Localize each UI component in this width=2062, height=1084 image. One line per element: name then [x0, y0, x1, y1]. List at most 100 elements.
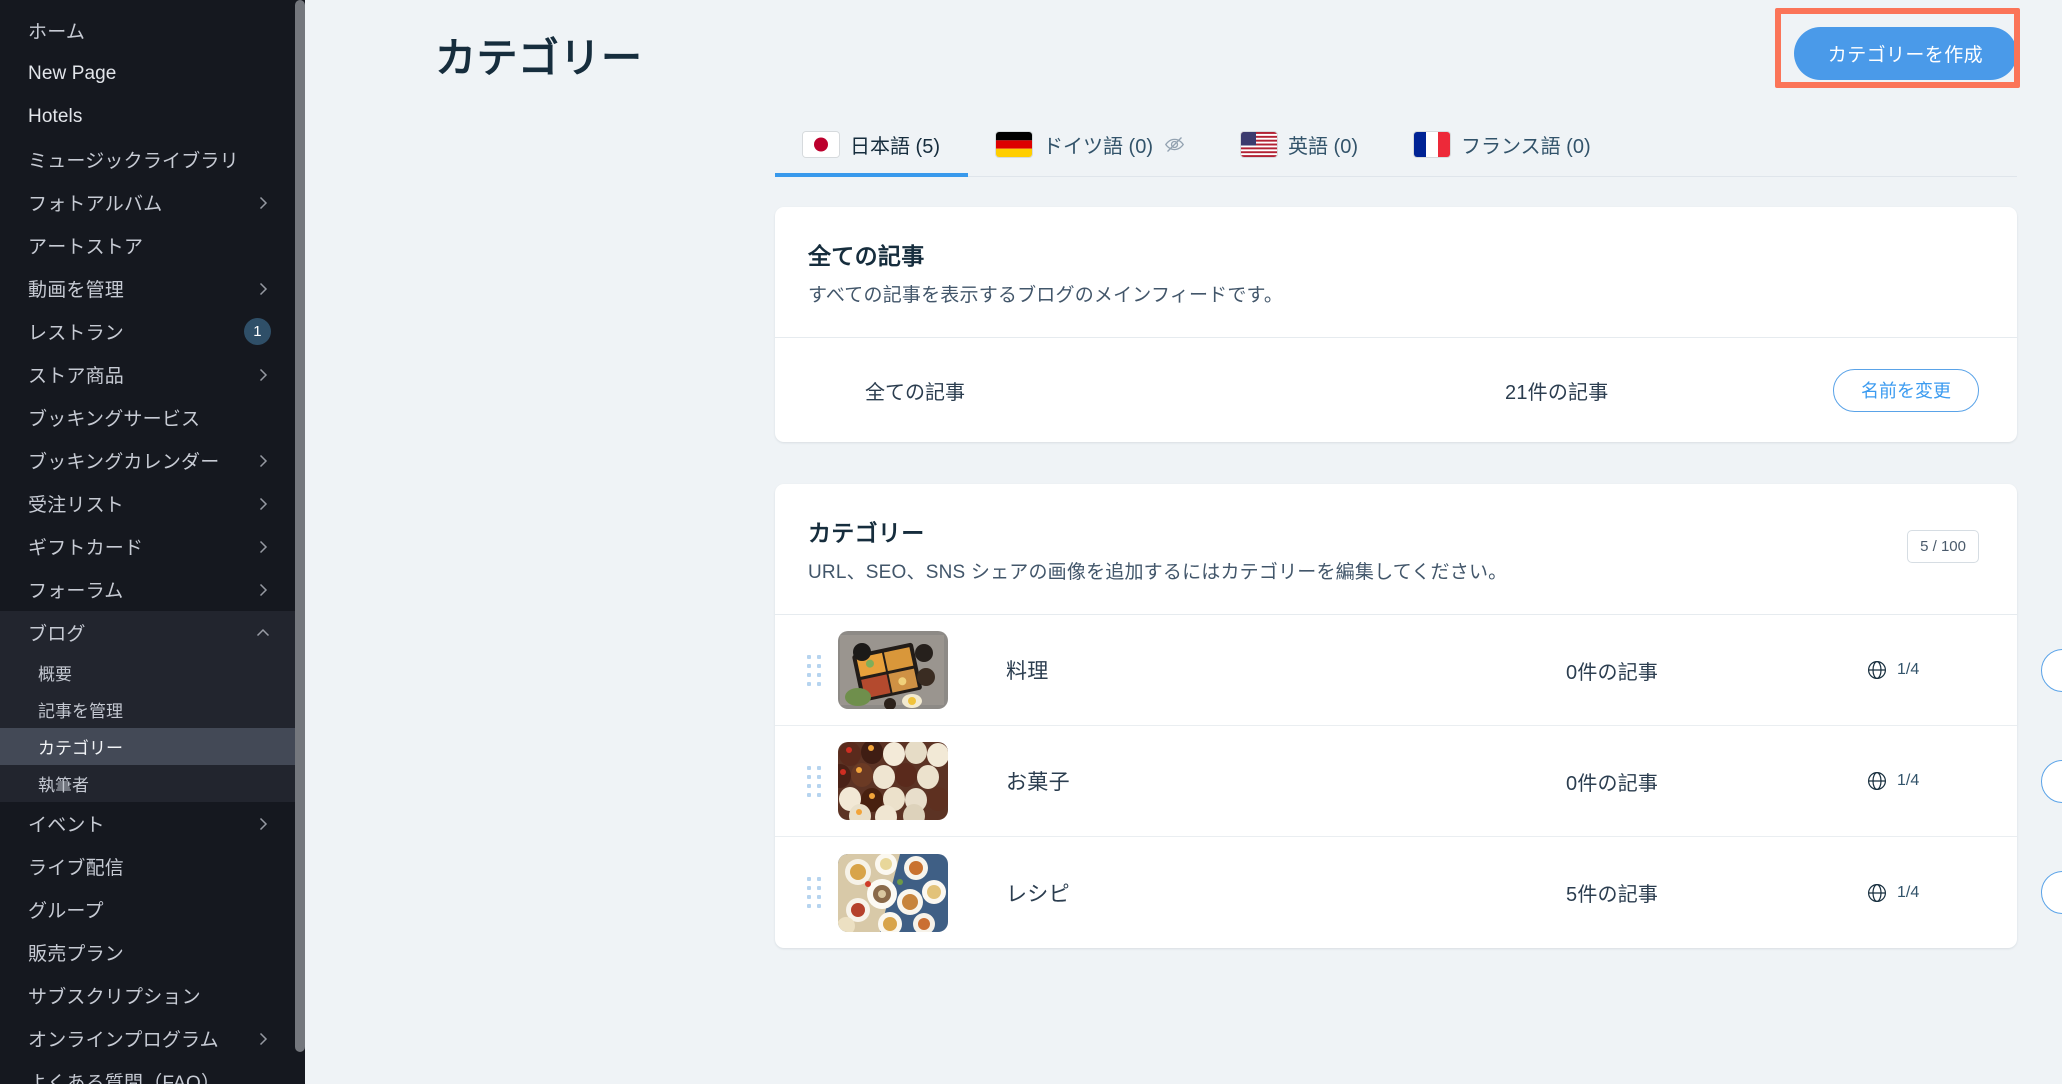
chevron-right-icon	[255, 582, 271, 598]
sidebar-item-label: ブッキングカレンダー	[28, 452, 220, 473]
tab-label: フランス語 (0)	[1461, 135, 1591, 158]
table-row: 料理 0件の記事 1/4 編集	[775, 615, 2062, 726]
sidebar-item-photo-albums[interactable]: フォトアルバム	[0, 181, 295, 224]
sidebar-item-new-page[interactable]: New Page	[0, 52, 295, 95]
chevron-right-icon	[255, 195, 271, 211]
language-fraction: 1/4	[1897, 772, 1920, 789]
app-root: ホーム New Page Hotels ミュージックライブラリ フォトアルバム …	[0, 0, 2062, 1084]
chevron-up-icon	[255, 625, 271, 641]
drag-handle-icon[interactable]	[803, 877, 825, 908]
category-name: レシピ	[1006, 882, 1070, 906]
sidebar-item-manage-videos[interactable]: 動画を管理	[0, 267, 295, 310]
language-tabs: 日本語 (5) ドイツ語 (0) 英語 (0) フランス語 (0)	[305, 115, 2062, 177]
chevron-right-icon	[255, 281, 271, 297]
sidebar-item-label: ストア商品	[28, 366, 125, 387]
sidebar-item-label: フォーラム	[28, 581, 124, 602]
sidebar-item-label: ホーム	[28, 22, 86, 43]
sidebar-item-booking-services[interactable]: ブッキングサービス	[0, 396, 295, 439]
sidebar-item-restaurants[interactable]: レストラン 1	[0, 310, 295, 353]
tab-english[interactable]: 英語 (0)	[1213, 115, 1386, 177]
chevron-right-icon	[255, 816, 271, 832]
sidebar-item-live-streaming[interactable]: ライブ配信	[0, 845, 295, 888]
jp-flag-icon	[803, 131, 839, 157]
all-posts-count: 21件の記事	[1505, 381, 1609, 404]
tab-german[interactable]: ドイツ語 (0)	[968, 115, 1213, 177]
sidebar-item-blog-categories[interactable]: カテゴリー	[0, 728, 295, 765]
category-thumbnail	[838, 853, 948, 932]
sidebar-item-gift-cards[interactable]: ギフトカード	[0, 525, 295, 568]
chevron-right-icon	[255, 453, 271, 469]
sidebar-item-blog-manage-posts[interactable]: 記事を管理	[0, 691, 295, 728]
edit-button[interactable]: 編集	[2041, 759, 2062, 803]
card-title: カテゴリー	[808, 520, 925, 546]
sidebar-item-forum[interactable]: フォーラム	[0, 568, 295, 611]
sidebar-group-blog: ブログ 概要 記事を管理 カテゴリー 執筆者	[0, 611, 295, 802]
sidebar-item-label: ブログ	[28, 624, 86, 645]
sidebar-item-online-programs[interactable]: オンラインプログラム	[0, 1017, 295, 1060]
row-actions: 編集	[2041, 871, 2062, 914]
sidebar-item-blog[interactable]: ブログ	[0, 611, 295, 654]
card-title: 全ての記事	[808, 243, 925, 269]
create-category-button[interactable]: カテゴリーを作成	[1793, 27, 2017, 80]
sidebar-item-label: 記事を管理	[38, 702, 123, 721]
sidebar-item-label: アートストア	[28, 237, 144, 258]
row-actions: 編集	[2041, 648, 2062, 692]
rename-button[interactable]: 名前を変更	[1833, 368, 1979, 412]
sidebar-item-hotels[interactable]: Hotels	[0, 95, 295, 138]
sidebar-item-art-store[interactable]: アートストア	[0, 224, 295, 267]
sidebar-item-groups[interactable]: グループ	[0, 888, 295, 931]
category-languages: 1/4	[1866, 770, 2041, 792]
sidebar-item-label: サブスクリプション	[28, 987, 201, 1008]
sidebar-item-store-products[interactable]: ストア商品	[0, 353, 295, 396]
sidebar-item-label: 概要	[38, 665, 72, 684]
category-languages: 1/4	[1866, 882, 2041, 904]
content-area: 全ての記事 すべての記事を表示するブログのメインフィードです。 全ての記事 21…	[305, 177, 2062, 948]
sidebar-item-music-library[interactable]: ミュージックライブラリ	[0, 138, 295, 181]
status-badge: 1	[244, 318, 271, 345]
sidebar-item-home[interactable]: ホーム	[0, 9, 295, 52]
category-languages: 1/4	[1866, 659, 2041, 681]
tab-japanese[interactable]: 日本語 (5)	[775, 115, 968, 177]
edit-button[interactable]: 編集	[2041, 871, 2062, 914]
sidebar-item-pricing-plans[interactable]: 販売プラン	[0, 931, 295, 974]
category-post-count: 0件の記事	[1566, 772, 1659, 795]
chevron-right-icon	[255, 496, 271, 512]
sidebar-scrollbar-thumb[interactable]	[295, 0, 305, 1052]
sidebar: ホーム New Page Hotels ミュージックライブラリ フォトアルバム …	[0, 0, 305, 1084]
category-counter: 5 / 100	[1907, 530, 1979, 563]
sidebar-item-faq[interactable]: よくある質問（FAQ）	[0, 1060, 295, 1084]
sidebar-item-label: 受注リスト	[28, 495, 125, 516]
sidebar-item-booking-calendar[interactable]: ブッキングカレンダー	[0, 439, 295, 482]
sidebar-item-label: グループ	[28, 901, 104, 922]
edit-button[interactable]: 編集	[2041, 648, 2062, 692]
tab-label: 英語 (0)	[1288, 135, 1358, 158]
sidebar-item-blog-writers[interactable]: 執筆者	[0, 765, 295, 802]
category-thumbnail	[838, 631, 948, 709]
chocolates-photo	[838, 742, 948, 820]
sidebar-item-label: ミュージックライブラリ	[28, 151, 239, 172]
card-subtitle: URL、SEO、SNS シェアの画像を追加するにはカテゴリーを編集してください。	[808, 562, 1508, 583]
sidebar-item-events[interactable]: イベント	[0, 802, 295, 845]
drag-handle-icon[interactable]	[803, 765, 825, 797]
sidebar-item-label: ブッキングサービス	[28, 409, 201, 430]
eye-slash-icon	[1164, 134, 1185, 155]
tab-french[interactable]: フランス語 (0)	[1386, 115, 1619, 177]
sidebar-item-orders[interactable]: 受注リスト	[0, 482, 295, 525]
category-name: 料理	[1006, 660, 1049, 683]
sidebar-item-label: ライブ配信	[28, 858, 125, 879]
category-name: お菓子	[1006, 771, 1070, 794]
sidebar-item-blog-overview[interactable]: 概要	[0, 654, 295, 691]
sidebar-item-label: 動画を管理	[28, 280, 125, 301]
sidebar-item-label: Hotels	[28, 105, 83, 127]
sidebar-item-label: ギフトカード	[28, 538, 144, 559]
drag-handle-icon[interactable]	[803, 654, 825, 686]
all-posts-card: 全ての記事 すべての記事を表示するブログのメインフィードです。 全ての記事 21…	[775, 207, 2017, 442]
globe-icon	[1866, 770, 1888, 792]
sidebar-scrollbar[interactable]	[295, 0, 305, 1084]
sidebar-item-subscriptions[interactable]: サブスクリプション	[0, 974, 295, 1017]
bento-box-photo	[838, 631, 948, 709]
category-thumbnail	[838, 742, 948, 820]
sidebar-item-label: カテゴリー	[38, 739, 123, 758]
all-posts-card-header: 全ての記事 すべての記事を表示するブログのメインフィードです。	[775, 207, 2017, 338]
categories-card-header: カテゴリー URL、SEO、SNS シェアの画像を追加するにはカテゴリーを編集し…	[775, 484, 2017, 615]
